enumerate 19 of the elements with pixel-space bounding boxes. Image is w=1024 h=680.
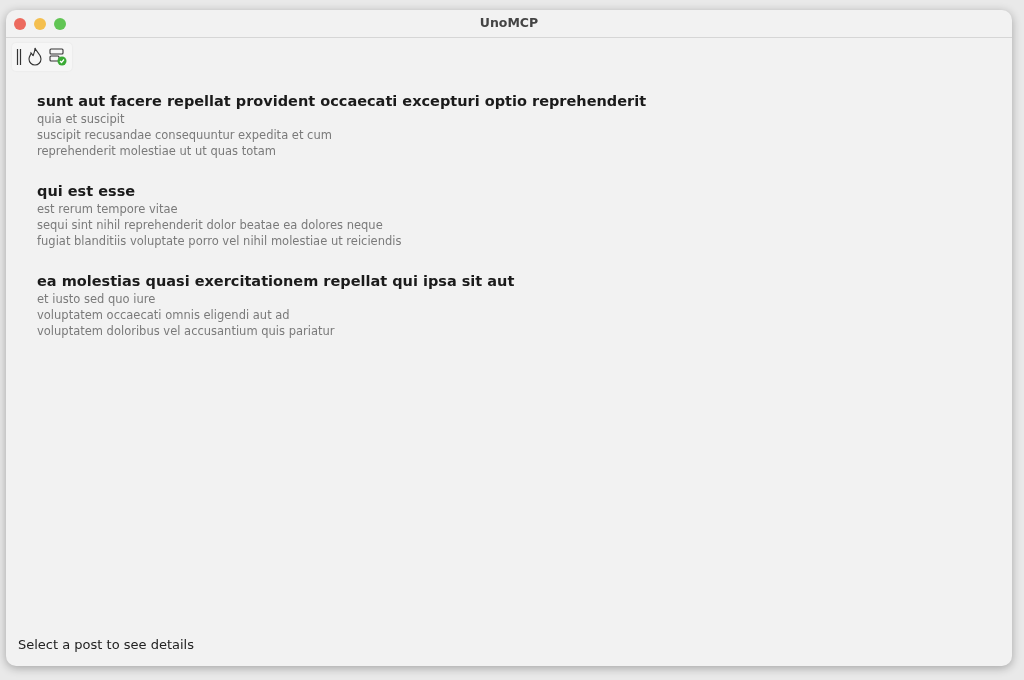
post-body-line: est rerum tempore vitae — [37, 201, 179, 217]
drag-handle-icon[interactable] — [16, 48, 22, 66]
zoom-button[interactable] — [54, 18, 66, 30]
post-body-line: et iusto sed quo iure — [37, 291, 157, 307]
post-body-line: sequi sint nihil reprehenderit dolor beatae ea dolores neque — [37, 217, 384, 233]
post-body-line: suscipit recusandae consequuntur expedita et cum — [37, 127, 333, 143]
window-title: UnoMCP — [479, 14, 539, 33]
post-body-line: quia et suscipit — [37, 111, 126, 127]
post-body-line: voluptatem occaecati omnis eligendi aut ad — [37, 307, 291, 323]
close-button[interactable] — [14, 18, 26, 30]
status-text: Select a post to see details — [17, 635, 195, 654]
post-title[interactable]: qui est esse — [37, 181, 1012, 201]
post-body-line: voluptatem doloribus vel accusantium quis pariatur — [37, 323, 336, 339]
post-title[interactable]: sunt aut facere repellat provident occaecati excepturi optio reprehenderit — [37, 91, 1012, 111]
post-body-line: reprehenderit molestiae ut ut quas totam — [37, 143, 277, 159]
post-title[interactable]: ea molestias quasi exercitationem repellat qui ipsa sit aut — [37, 271, 1012, 291]
flame-icon[interactable] — [26, 47, 44, 67]
post-body-line: fugiat blanditiis voluptate porro vel nihil molestiae ut reiciendis — [37, 233, 403, 249]
server-check-icon[interactable] — [48, 47, 68, 67]
